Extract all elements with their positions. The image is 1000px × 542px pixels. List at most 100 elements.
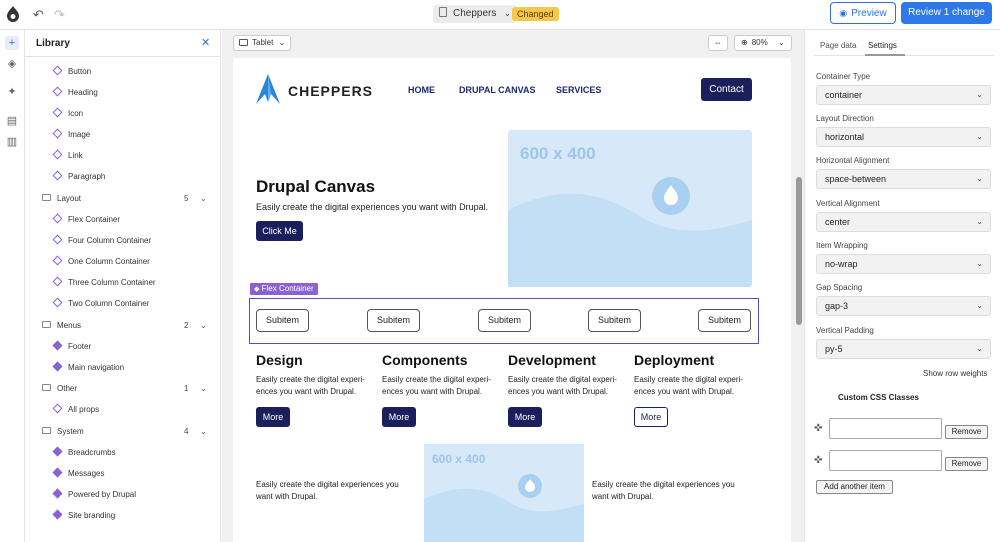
chevron-down-icon[interactable]: ⌄: [200, 319, 207, 333]
tab-page-data[interactable]: Page data: [820, 41, 856, 50]
more-button[interactable]: More: [382, 407, 416, 427]
add-icon[interactable]: +: [5, 36, 19, 50]
card-title: Deployment: [634, 352, 715, 368]
flex-container[interactable]: Subitem Subitem Subitem Subitem Subitem: [249, 298, 759, 344]
custom-css-title: Custom CSS Classes: [838, 393, 919, 402]
menu-component-icon: [52, 361, 63, 372]
subitem-button[interactable]: Subitem: [698, 309, 751, 332]
library-folder-system[interactable]: System 4 ⌄: [42, 425, 212, 439]
library-item[interactable]: Site branding: [52, 509, 116, 523]
canvas-scrollbar[interactable]: [796, 177, 802, 325]
library-item[interactable]: Main navigation: [52, 361, 125, 375]
library-item-label: Site branding: [68, 511, 116, 520]
code-icon[interactable]: ▥: [5, 135, 19, 149]
library-item[interactable]: Flex Container: [52, 213, 120, 227]
library-item[interactable]: Powered by Drupal: [52, 488, 136, 502]
library-item[interactable]: All props: [52, 403, 99, 417]
block-component-icon: [52, 446, 63, 457]
subitem-button[interactable]: Subitem: [367, 309, 420, 332]
library-item[interactable]: Heading: [52, 86, 98, 100]
brand-name: CHEPPERS: [288, 83, 374, 99]
library-item[interactable]: Image: [52, 128, 90, 142]
subitem-button[interactable]: Subitem: [256, 309, 309, 332]
drag-handle-icon[interactable]: ✜: [814, 423, 822, 434]
select-value: no-wrap: [825, 259, 858, 269]
bottom-image-placeholder[interactable]: 600 x 400: [424, 444, 584, 542]
tab-settings[interactable]: Settings: [868, 41, 897, 50]
drag-handle-icon[interactable]: ✜: [814, 455, 822, 466]
vertical-alignment-select[interactable]: center ⌄: [816, 212, 991, 232]
library-item[interactable]: Paragraph: [52, 170, 106, 184]
chevron-down-icon[interactable]: ⌄: [200, 425, 207, 439]
chevron-down-icon[interactable]: ⌄: [200, 382, 207, 396]
close-icon[interactable]: ✕: [201, 36, 210, 49]
library-item[interactable]: Footer: [52, 340, 91, 354]
drupal-logo-icon[interactable]: [6, 6, 20, 22]
horizontal-alignment-select[interactable]: space-between ⌄: [816, 169, 991, 189]
remove-button[interactable]: Remove: [945, 457, 988, 471]
library-item[interactable]: Messages: [52, 467, 104, 481]
library-folder-menus[interactable]: Menus 2 ⌄: [42, 319, 212, 333]
nav-link-drupal-canvas[interactable]: DRUPAL CANVAS: [459, 85, 536, 95]
subitem-button[interactable]: Subitem: [478, 309, 531, 332]
page-name: Cheppers: [453, 8, 497, 19]
remove-button[interactable]: Remove: [945, 425, 988, 439]
more-button[interactable]: More: [634, 407, 668, 427]
page-selector[interactable]: Cheppers ⌄: [433, 5, 517, 23]
gap-spacing-select[interactable]: gap-3 ⌄: [816, 296, 991, 316]
add-another-item-button[interactable]: Add another item: [816, 480, 893, 494]
library-item[interactable]: Two Column Container: [52, 297, 149, 311]
chevron-down-icon: ⌄: [976, 174, 983, 183]
library-item-label: Main navigation: [68, 363, 125, 372]
more-button[interactable]: More: [508, 407, 542, 427]
library-folder-layout[interactable]: Layout 5 ⌄: [42, 192, 212, 206]
field-label: Vertical Padding: [816, 326, 874, 335]
redo-icon[interactable]: ↷: [54, 7, 65, 23]
cheppers-logo-icon[interactable]: [256, 74, 280, 104]
click-me-button[interactable]: Click Me: [256, 221, 303, 241]
component-icon: [52, 170, 63, 181]
hero-image-placeholder[interactable]: 600 x 400: [508, 130, 752, 287]
library-item[interactable]: One Column Container: [52, 255, 150, 269]
library-folder-other[interactable]: Other 1 ⌄: [42, 382, 212, 396]
components-icon[interactable]: ✦: [5, 85, 19, 99]
css-class-input[interactable]: [829, 418, 942, 439]
library-item[interactable]: Icon: [52, 107, 84, 121]
item-wrapping-select[interactable]: no-wrap ⌄: [816, 254, 991, 274]
library-item[interactable]: Three Column Container: [52, 276, 156, 290]
bottom-text-right: Easily create the digital experiences yo…: [592, 480, 735, 501]
vertical-padding-select[interactable]: py-5 ⌄: [816, 339, 991, 359]
layers-icon[interactable]: ◈: [5, 57, 19, 71]
nav-link-services[interactable]: SERVICES: [556, 85, 601, 95]
card-title: Components: [382, 352, 468, 368]
pages-icon[interactable]: ▤: [5, 114, 19, 128]
library-item-label: Paragraph: [68, 172, 106, 181]
library-item[interactable]: Link: [52, 149, 83, 163]
subitem-button[interactable]: Subitem: [588, 309, 641, 332]
field-label: Horizontal Alignment: [816, 156, 890, 165]
nav-link-home[interactable]: HOME: [408, 85, 435, 95]
library-item[interactable]: Four Column Container: [52, 234, 151, 248]
library-item[interactable]: Button: [52, 65, 91, 79]
show-row-weights-link[interactable]: Show row weights: [923, 369, 987, 378]
container-type-select[interactable]: container ⌄: [816, 85, 991, 105]
library-item[interactable]: Breadcrumbs: [52, 446, 116, 460]
layout-direction-select[interactable]: horizontal ⌄: [816, 127, 991, 147]
fit-width-icon[interactable]: ⇔: [708, 35, 728, 51]
library-item-label: Icon: [68, 109, 84, 118]
chevron-down-icon: ⌄: [976, 301, 983, 310]
chevron-down-icon[interactable]: ⌄: [200, 192, 207, 206]
library-title: Library: [36, 38, 70, 49]
preview-button[interactable]: ◉ Preview: [830, 2, 896, 24]
css-class-input[interactable]: [829, 450, 942, 471]
undo-icon[interactable]: ↶: [33, 7, 44, 23]
contact-button[interactable]: Contact: [701, 78, 752, 101]
more-button[interactable]: More: [256, 407, 290, 427]
review-changes-button[interactable]: Review 1 change: [901, 2, 992, 24]
zoom-selector[interactable]: ⊕ 80% ⌄: [734, 35, 792, 51]
folder-icon: [42, 321, 51, 328]
device-selector[interactable]: Tablet ⌄: [233, 35, 292, 51]
editor-canvas: Tablet ⌄ ⇔ ⊕ 80% ⌄ CHEPPERS HOME DRUPAL C…: [222, 30, 804, 542]
library-item-label: Breadcrumbs: [68, 448, 116, 457]
settings-panel: Page data Settings Container Type contai…: [804, 30, 1000, 542]
